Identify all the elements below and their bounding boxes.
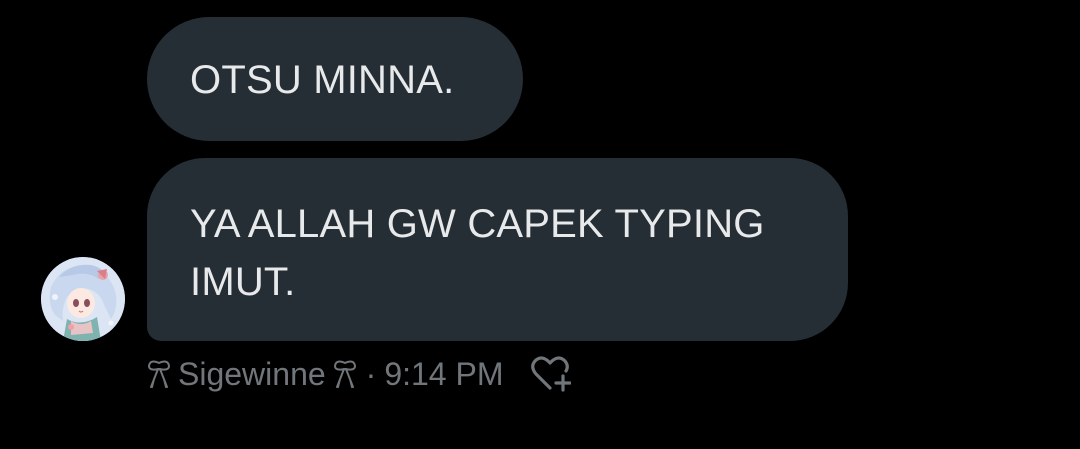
message-bubble[interactable]: OTSU MINNA. — [147, 17, 523, 141]
avatar-image — [41, 257, 125, 341]
message-timestamp: 9:14 PM — [384, 355, 504, 392]
meta-separator: · — [365, 355, 377, 392]
ribbon-bow-icon — [147, 360, 171, 388]
message-bubble[interactable]: YA ALLAH GW CAPEK TYPING IMUT. — [147, 158, 848, 341]
heart-plus-icon[interactable] — [529, 354, 572, 394]
dm-conversation: OTSU MINNA. YA ALLAH GW CAPEK TYPING IMU… — [0, 0, 1080, 449]
sender-name[interactable]: Sigewinne — [178, 356, 326, 393]
message-text: YA ALLAH GW CAPEK TYPING IMUT. — [190, 202, 765, 304]
ribbon-bow-icon — [333, 360, 356, 388]
message-meta: Sigewinne · 9:14 PM — [146, 353, 572, 395]
avatar[interactable] — [41, 257, 125, 341]
message-text: OTSU MINNA. — [190, 58, 455, 102]
